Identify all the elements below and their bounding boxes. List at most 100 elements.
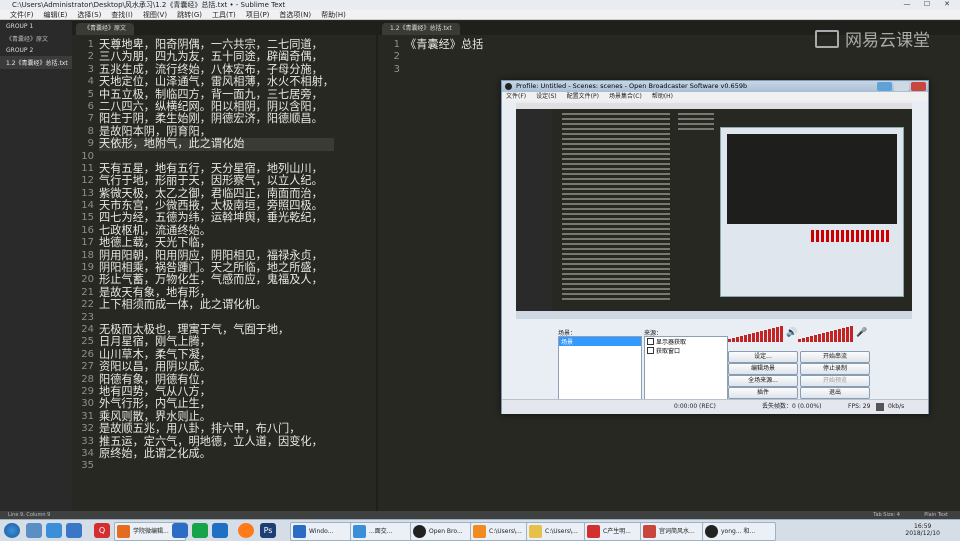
tab-summary[interactable]: 1.2《青囊经》总括.txt xyxy=(382,23,460,35)
code-line[interactable]: 气行于地，形丽于天，因形察气，以立人纪。 xyxy=(99,174,334,187)
code-line[interactable]: 天地定位，山泽通气，雷风相薄，水火不相射， xyxy=(99,75,334,88)
tab-size[interactable]: Tab Size: 4 xyxy=(873,511,900,519)
preview-text-left xyxy=(562,113,670,303)
menu-edit[interactable]: 编辑(E) xyxy=(44,10,68,19)
code-line[interactable]: 原终始，此谓之化成。 xyxy=(99,447,334,460)
close-button[interactable]: ✕ xyxy=(938,0,956,9)
code-line[interactable]: 地德上载，天光下临， xyxy=(99,236,334,249)
line-number: 20 xyxy=(81,274,94,286)
record-time: 0:00:00 (REC) xyxy=(674,403,716,410)
explorer-icon[interactable] xyxy=(66,523,82,538)
obs-minimize-button[interactable] xyxy=(877,82,892,91)
obs-menu-file[interactable]: 文件(F) xyxy=(506,92,526,101)
obs-menubar: 文件(F) 设定(S) 配置文件(P) 场景集合(C) 帮助(H) xyxy=(502,92,928,101)
editor-pane-left[interactable]: 《青囊经》原文 1 2 3 4 5 6 7 8 9 10 11 12 13 14 15 16 17 18 19 20 2… xyxy=(72,21,378,511)
line-number: 17 xyxy=(81,237,94,249)
syntax-mode[interactable]: Plain Text xyxy=(924,511,948,519)
settings-button[interactable]: 设定... xyxy=(728,351,798,363)
360-browser-icon[interactable] xyxy=(46,523,62,538)
code-line[interactable]: 阳生于阴，柔生始刚，阴德宏济，阳德顺昌。 xyxy=(99,112,334,125)
sidebar-item-original[interactable]: 《青囊经》原文 xyxy=(0,32,72,45)
scene-item[interactable]: 场景 xyxy=(559,337,641,346)
menu-selection[interactable]: 选择(S) xyxy=(77,10,101,19)
obs-window: Profile: Untitled - Scenes: scenes - Ope… xyxy=(501,80,929,414)
code-line[interactable] xyxy=(99,460,334,472)
line-number: 25 xyxy=(81,336,94,348)
word-icon[interactable] xyxy=(172,523,188,538)
start-streaming-button[interactable]: 开始串流 xyxy=(800,351,870,363)
menu-project[interactable]: 项目(P) xyxy=(246,10,270,19)
exit-button[interactable]: 退出 xyxy=(800,387,870,399)
task-label: Windo... xyxy=(309,528,334,535)
q-app-icon[interactable]: Q xyxy=(94,523,110,538)
ie-icon[interactable] xyxy=(212,523,228,538)
menu-file[interactable]: 文件(F) xyxy=(10,10,34,19)
speaker-icon[interactable]: 🔊 xyxy=(786,328,797,338)
task-icon xyxy=(293,525,306,538)
code-line[interactable] xyxy=(405,51,483,63)
firefox-icon[interactable] xyxy=(238,523,254,538)
sources-list[interactable]: 显示器获取 获取窗口 xyxy=(644,336,728,400)
system-clock[interactable]: 16:59 2018/12/10 xyxy=(905,523,940,537)
line-number: 26 xyxy=(81,348,94,360)
source-item[interactable]: 显示器获取 xyxy=(645,337,727,346)
source-item[interactable]: 获取窗口 xyxy=(645,346,727,355)
obs-menu-profile[interactable]: 配置文件(P) xyxy=(567,92,599,101)
maximize-button[interactable]: ☐ xyxy=(918,0,936,9)
microphone-icon[interactable]: 🎤 xyxy=(856,328,867,338)
search-icon[interactable] xyxy=(26,523,42,538)
photoshop-icon[interactable]: Ps xyxy=(260,523,276,538)
scenes-list[interactable]: 场景 xyxy=(558,336,642,400)
code-line[interactable]: 三八为朋，四九为友，五十同途，辟阖奇偶， xyxy=(99,50,334,63)
obs-close-button[interactable] xyxy=(911,82,926,91)
fps-readout: FPS: 29 xyxy=(848,403,871,410)
obs-menu-settings[interactable]: 设定(S) xyxy=(536,92,557,101)
global-sources-button[interactable]: 全场来源... xyxy=(728,375,798,387)
minimize-button[interactable]: — xyxy=(898,0,916,9)
code-line[interactable]: 日月星宿，刚气上腾， xyxy=(99,335,334,348)
edit-scene-button[interactable]: 编辑场景 xyxy=(728,363,798,375)
code-line[interactable]: 是故顺五兆，用八卦，排六甲，布八门， xyxy=(99,422,334,435)
sidebar-item-summary[interactable]: 1.2《青囊经》总括.txt xyxy=(0,56,72,69)
menu-view[interactable]: 视图(V) xyxy=(143,10,167,19)
plugins-button[interactable]: 插件 xyxy=(728,387,798,399)
code-line[interactable]: 四七为经，五德为纬，运斡坤舆，垂光乾纪， xyxy=(99,212,334,225)
tab-original[interactable]: 《青囊经》原文 xyxy=(76,23,135,35)
meter-bar xyxy=(802,338,805,342)
line-number: 3 xyxy=(87,63,94,75)
taskbar-task[interactable]: yong... 和... xyxy=(702,522,776,541)
menu-preferences[interactable]: 首选项(N) xyxy=(279,10,311,19)
stop-recording-button[interactable]: 停止录制 xyxy=(800,363,870,375)
line-number: 29 xyxy=(81,385,94,397)
code-line[interactable]: 天依形，地附气，此之谓化始 xyxy=(99,137,334,151)
line-number: 21 xyxy=(81,286,94,298)
code-right[interactable]: 《青囊经》总括 xyxy=(405,38,483,76)
meter-bar xyxy=(752,333,755,342)
sidebar: GROUP 1 《青囊经》原文 GROUP 2 1.2《青囊经》总括.txt xyxy=(0,21,72,511)
window-titlebar: C:\Users\Administrator\Desktop\风水承习\1.2《… xyxy=(0,0,960,10)
line-number: 28 xyxy=(81,373,94,385)
line-number: 1 xyxy=(393,39,400,50)
menu-tools[interactable]: 工具(T) xyxy=(212,10,236,19)
preview-sidebar xyxy=(516,109,552,319)
code-line[interactable]: 资阳以昌，用阴以成。 xyxy=(99,360,334,373)
obs-menu-help[interactable]: 帮助(H) xyxy=(652,92,673,101)
menu-goto[interactable]: 跳转(G) xyxy=(177,10,202,19)
checkbox-icon[interactable] xyxy=(647,338,654,345)
watermark-logo: 网易云课堂 xyxy=(815,26,930,51)
menu-help[interactable]: 帮助(H) xyxy=(321,10,346,19)
task-icon xyxy=(587,525,600,538)
obs-menu-scene-collection[interactable]: 场景集合(C) xyxy=(609,92,642,101)
code-left[interactable]: 天尊地卑，阳奇阴偶，一六共宗，二七同道， 三八为朋，四九为友，五十同途，辟阖奇偶，… xyxy=(99,38,334,473)
menu-find[interactable]: 查找(I) xyxy=(111,10,133,19)
checkbox-icon[interactable] xyxy=(647,347,654,354)
obs-maximize-button[interactable] xyxy=(894,82,909,91)
code-line[interactable]: 《青囊经》总括 xyxy=(405,38,483,51)
code-line[interactable]: 形止气蓄，万物化生，气感而应，鬼福及人， xyxy=(99,274,334,287)
app-icon[interactable] xyxy=(192,523,208,538)
code-line[interactable]: 上下相须而成一体，此之谓化机。 xyxy=(99,298,334,311)
code-line[interactable]: 外气行形，内气止生， xyxy=(99,397,334,410)
code-line[interactable] xyxy=(405,64,483,76)
start-button[interactable] xyxy=(4,523,20,538)
start-preview-button[interactable]: 开始预览 xyxy=(800,375,870,387)
